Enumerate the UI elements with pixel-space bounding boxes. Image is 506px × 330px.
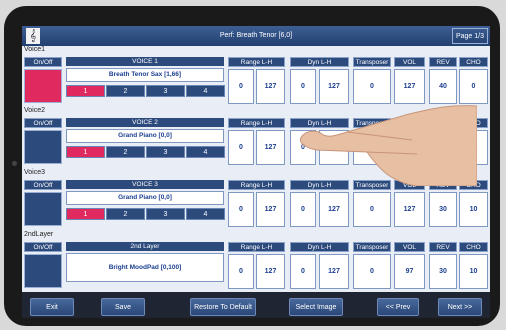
voice-header: VOICE 2	[66, 118, 224, 127]
exit-button[interactable]: Exit	[30, 298, 74, 316]
param-header: Dyn L-H	[290, 57, 349, 67]
part-button-1[interactable]: 1	[66, 85, 105, 97]
voice-sound-select[interactable]: Bright MoodPad [0,100]	[66, 253, 224, 282]
part-button-1[interactable]: 1	[66, 208, 105, 220]
voice-header: VOICE 1	[66, 57, 224, 66]
part-button-3[interactable]: 3	[146, 85, 185, 97]
param-value-field[interactable]: 0	[353, 254, 391, 289]
camera-icon	[12, 161, 17, 166]
param-value-field[interactable]: 0	[228, 69, 254, 104]
voice-sound-select[interactable]: Grand Piano [0,0]	[66, 129, 224, 143]
page-title: Perf: Breath Tenor [6,0]	[219, 32, 293, 39]
param-value-field[interactable]: 127	[319, 254, 349, 289]
save-button[interactable]: Save	[101, 298, 145, 316]
row-label: Voice1	[24, 46, 46, 53]
param-value-field[interactable]: 0	[290, 254, 316, 289]
param-value-field[interactable]: 30	[429, 254, 457, 289]
param-header: Dyn L-H	[290, 242, 349, 252]
row-label: Voice3	[24, 169, 46, 176]
param-value-field[interactable]: 127	[319, 192, 349, 227]
param-value-field[interactable]: 97	[394, 254, 425, 289]
param-value-field[interactable]: 0	[228, 254, 254, 289]
param-header: Transposer	[353, 57, 391, 67]
page-indicator: Page 1/3	[451, 28, 488, 44]
part-button-2[interactable]: 2	[106, 208, 145, 220]
part-button-2[interactable]: 2	[106, 85, 145, 97]
voice-header: VOICE 3	[66, 180, 224, 189]
param-value-field[interactable]: 0	[353, 192, 391, 227]
onoff-button[interactable]: On/Off	[24, 118, 62, 128]
param-header: CHO	[459, 57, 488, 67]
param-value-field[interactable]: 10	[459, 254, 488, 289]
part-button-4[interactable]: 4	[186, 146, 225, 158]
onoff-button[interactable]: On/Off	[24, 180, 62, 190]
app-screen: 𝄞 Perf: Breath Tenor [6,0] Page 1/3 Voic…	[22, 26, 490, 318]
param-value-field[interactable]: 127	[394, 192, 425, 227]
voice-sound-select[interactable]: Grand Piano [0,0]	[66, 191, 224, 205]
voice-color-pad[interactable]	[24, 130, 62, 164]
voice-color-pad[interactable]	[24, 69, 62, 103]
onoff-button[interactable]: On/Off	[24, 242, 62, 252]
param-value-field[interactable]: 127	[256, 192, 285, 227]
part-button-2[interactable]: 2	[106, 146, 145, 158]
param-header: REV	[429, 57, 457, 67]
param-header: CHO	[459, 242, 488, 252]
prev-page-button[interactable]: << Prev	[377, 298, 419, 316]
voice-sound-select[interactable]: Breath Tenor Sax [1,66]	[66, 68, 224, 82]
param-value-field[interactable]: 127	[256, 254, 285, 289]
row-label: Voice2	[24, 107, 46, 114]
param-value-field[interactable]: 0	[290, 192, 316, 227]
pointing-hand-icon	[300, 105, 477, 186]
param-value-field[interactable]: 0	[228, 130, 254, 165]
param-value-field[interactable]: 30	[429, 192, 457, 227]
voice-color-pad[interactable]	[24, 254, 62, 288]
param-header: Range L-H	[228, 57, 285, 67]
select-image-button[interactable]: Select Image	[289, 298, 343, 316]
part-button-1[interactable]: 1	[66, 146, 105, 158]
param-header: Range L-H	[228, 242, 285, 252]
next-page-button[interactable]: Next >>	[438, 298, 482, 316]
param-header: REV	[429, 242, 457, 252]
voice-header: 2nd Layer	[66, 242, 224, 251]
bottom-toolbar: Exit Save Restore To Default Select Imag…	[22, 292, 490, 318]
row-label: 2ndLayer	[24, 231, 54, 238]
part-button-4[interactable]: 4	[186, 85, 225, 97]
title-bar: 𝄞 Perf: Breath Tenor [6,0] Page 1/3	[22, 26, 490, 46]
param-value-field[interactable]: 10	[459, 192, 488, 227]
part-button-3[interactable]: 3	[146, 146, 185, 158]
param-value-field[interactable]: 0	[228, 192, 254, 227]
param-header: VOL	[394, 57, 425, 67]
voice-color-pad[interactable]	[24, 192, 62, 226]
restore-default-button[interactable]: Restore To Default	[190, 298, 256, 316]
onoff-button[interactable]: On/Off	[24, 57, 62, 67]
part-button-4[interactable]: 4	[186, 208, 225, 220]
part-button-3[interactable]: 3	[146, 208, 185, 220]
param-header: Transposer	[353, 242, 391, 252]
param-header: VOL	[394, 242, 425, 252]
